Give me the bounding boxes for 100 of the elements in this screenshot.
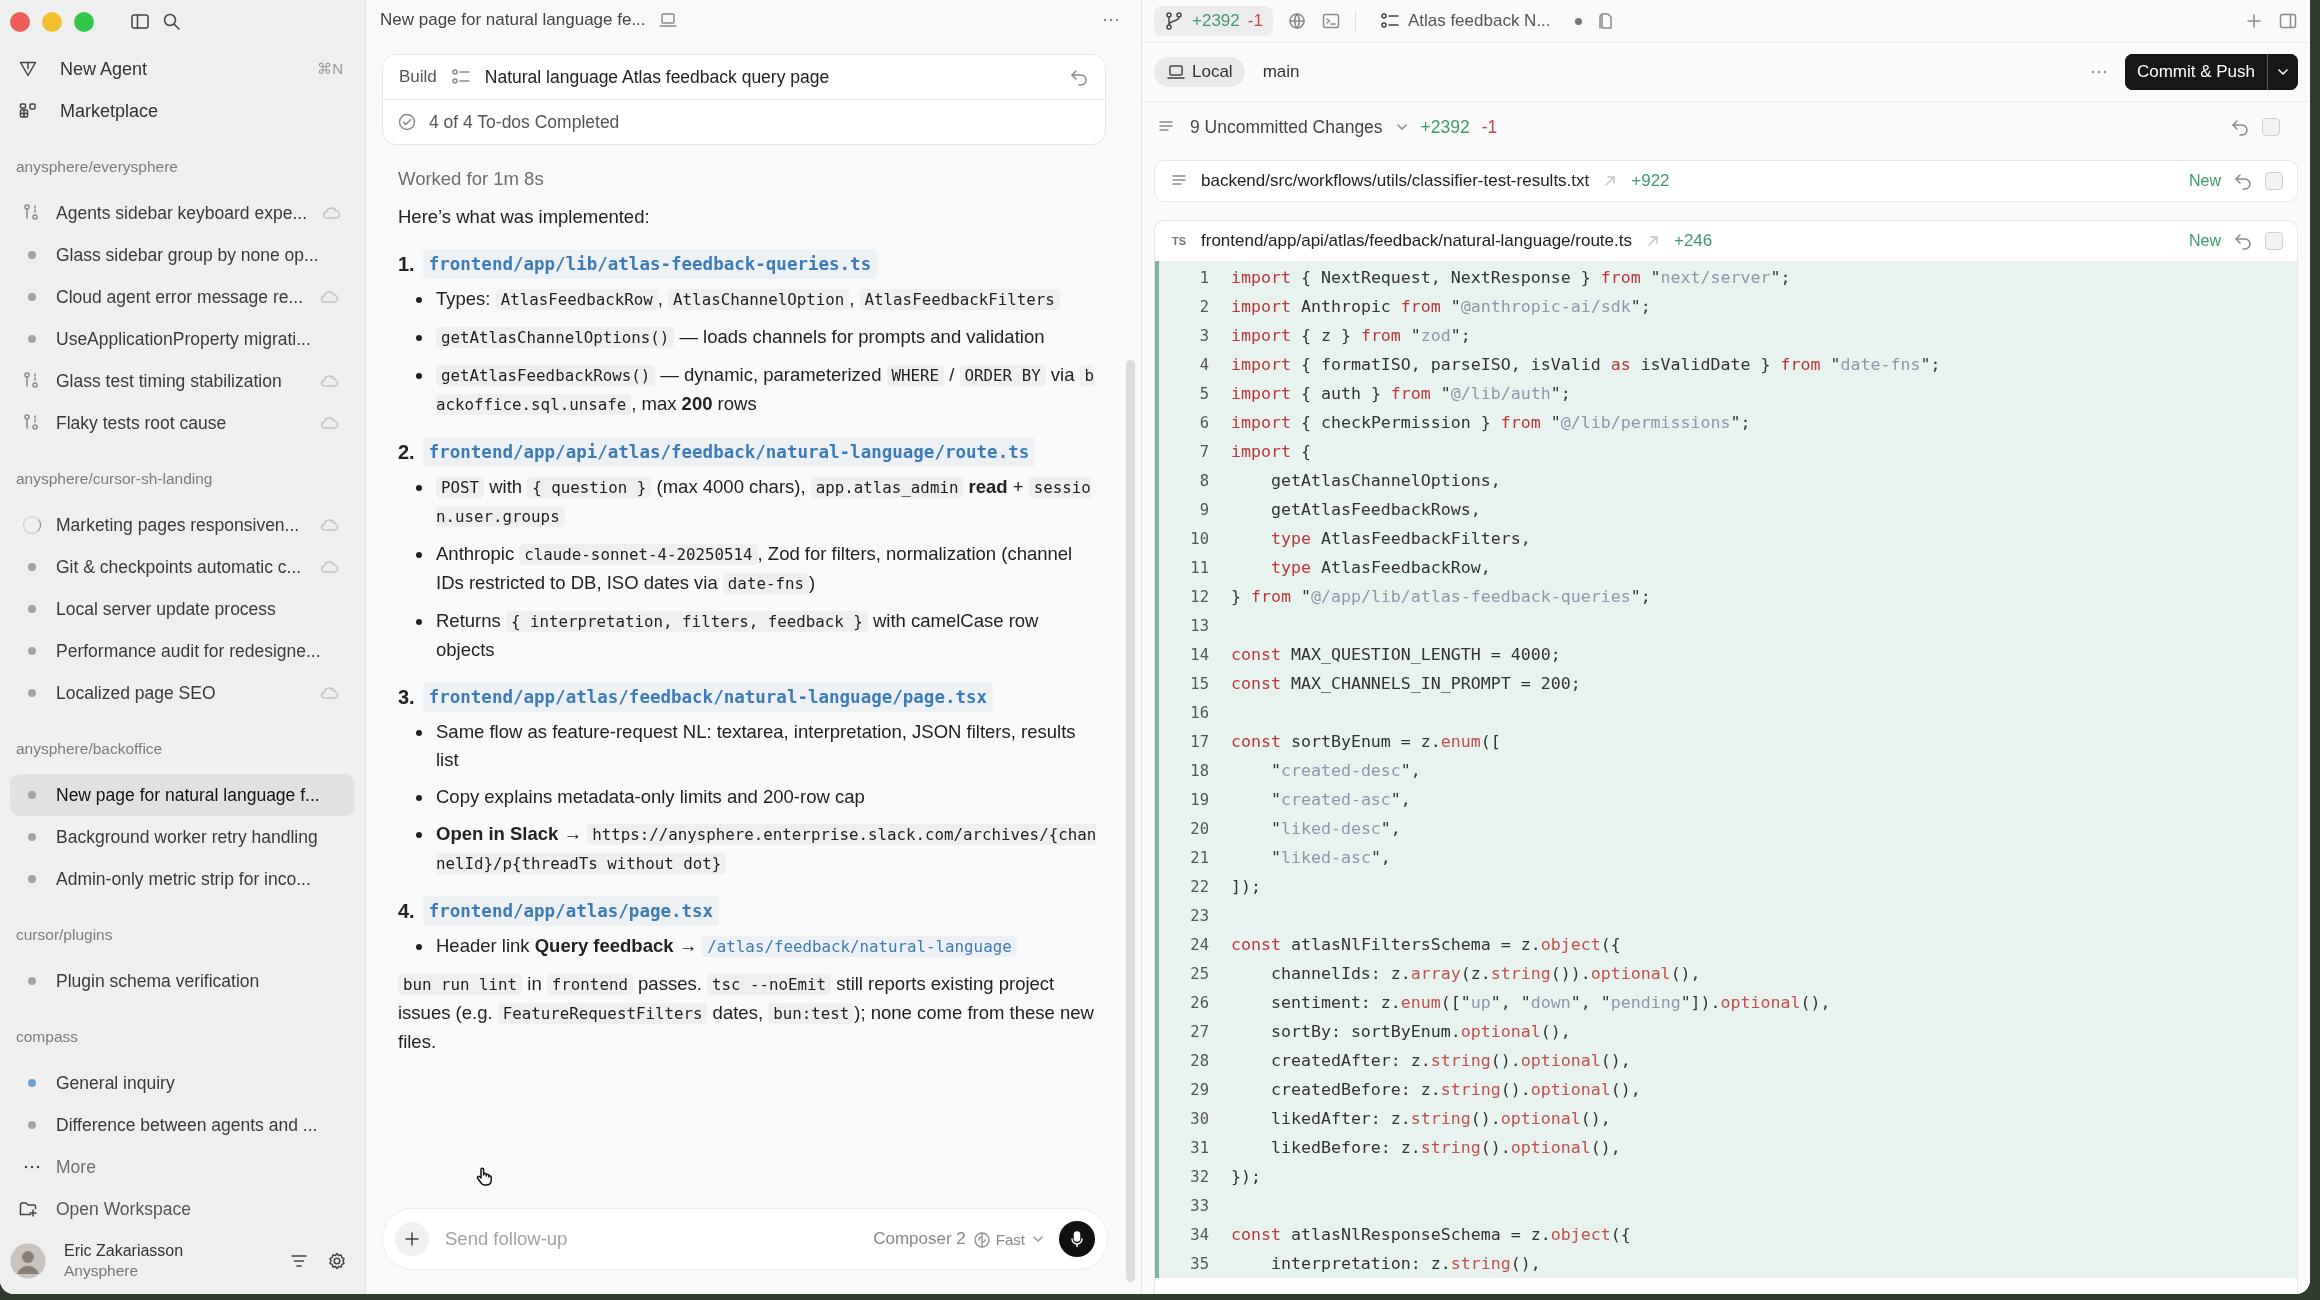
- undo-icon[interactable]: [2233, 231, 2253, 251]
- agent-item[interactable]: Flaky tests root cause: [10, 402, 355, 444]
- list-number: 4.: [398, 899, 415, 924]
- sidebar-action[interactable]: Marketplace: [0, 90, 365, 132]
- terminal-icon[interactable]: [1320, 11, 1341, 31]
- branch-icon: [1164, 11, 1184, 31]
- more-icon[interactable]: [1103, 18, 1119, 22]
- removed-count: -1: [1481, 116, 1498, 138]
- line-number: 4: [1198, 355, 1210, 374]
- added-count: +922: [1631, 171, 1670, 191]
- line-number: 10: [1189, 529, 1210, 548]
- bullet-dot: [416, 335, 422, 341]
- bullet-dot: [416, 373, 422, 379]
- branch-name: main: [1262, 62, 1300, 82]
- agent-item[interactable]: Glass test timing stabilization: [10, 360, 355, 402]
- bullet-dot: [416, 619, 422, 625]
- agent-tab[interactable]: Atlas feedback N...: [1369, 6, 1561, 36]
- bullet-dot: [416, 944, 422, 950]
- action-label: Marketplace: [60, 100, 160, 122]
- sidebar-action[interactable]: New Agent ⌘N: [0, 48, 365, 90]
- undo-icon[interactable]: [2230, 117, 2250, 137]
- diff-tab[interactable]: +2392 -1: [1154, 6, 1273, 36]
- folder-plus-icon: [18, 1199, 38, 1219]
- line-number: 3: [1198, 326, 1210, 345]
- agent-item[interactable]: New page for natural language f...: [10, 774, 355, 816]
- file-link[interactable]: frontend/app/atlas/feedback/natural-language/page.tsx: [422, 682, 994, 712]
- list-number: 2.: [398, 440, 415, 465]
- file-link[interactable]: frontend/app/api/atlas/feedback/natural-language/route.ts: [422, 437, 1036, 467]
- code-line: sentiment: z.enum(["up", "down", "pending"]).optional(),: [1269, 993, 1831, 1012]
- code-line: createdAfter: z.string().optional(),: [1269, 1051, 1631, 1070]
- file-path[interactable]: frontend/app/api/atlas/feedback/natural-language/route.ts: [1201, 231, 1632, 251]
- panel-icon[interactable]: [2278, 11, 2298, 31]
- checkbox[interactable]: [2262, 118, 2280, 136]
- message-input[interactable]: Send follow-up: [443, 1227, 860, 1251]
- search-icon[interactable]: [162, 12, 182, 32]
- code-line: "liked-asc",: [1269, 848, 1391, 867]
- file-link[interactable]: frontend/app/lib/atlas-feedback-queries.ts: [422, 249, 878, 279]
- code-line: import { NextRequest, NextResponse } from "next/server";: [1231, 268, 1791, 287]
- code-line: import { z } from "zod";: [1231, 326, 1471, 345]
- status-dot: [1574, 17, 1582, 25]
- file-status: New: [2189, 232, 2221, 250]
- group-header: cursor/plugins: [15, 925, 114, 945]
- zoom-button[interactable]: [74, 12, 94, 32]
- checkbox[interactable]: [2265, 232, 2283, 250]
- agent-item[interactable]: Cloud agent error message re...: [10, 276, 355, 318]
- model-selector[interactable]: Composer 2 Fast: [873, 1229, 1045, 1249]
- avatar[interactable]: [10, 1243, 46, 1279]
- file-link[interactable]: frontend/app/atlas/page.tsx: [422, 896, 720, 926]
- line-number: 7: [1198, 442, 1210, 461]
- code-line: const MAX_CHANNELS_IN_PROMPT = 200;: [1231, 674, 1581, 693]
- line-number: 2: [1198, 297, 1210, 316]
- dropdown-button[interactable]: [2267, 54, 2298, 90]
- agent-item[interactable]: Glass sidebar group by none op...: [10, 234, 355, 276]
- code-line: const sortByEnum = z.enum([: [1231, 732, 1501, 751]
- checkbox[interactable]: [2265, 172, 2283, 190]
- agent-item[interactable]: Admin-only metric strip for inco...: [10, 858, 355, 900]
- agent-item[interactable]: Plugin schema verification: [10, 960, 355, 1002]
- code-line: "created-desc",: [1269, 761, 1421, 780]
- group-header: compass: [15, 1027, 80, 1047]
- line-number: 34: [1189, 1225, 1210, 1244]
- todo-status: 4 of 4 To-dos Completed: [429, 111, 620, 133]
- bullet-dot: [416, 485, 422, 491]
- plus-icon[interactable]: [2244, 11, 2264, 31]
- line-number: 27: [1189, 1022, 1210, 1041]
- agent-item[interactable]: Performance audit for redesigne...: [10, 630, 355, 672]
- location-button[interactable]: Local: [1154, 57, 1245, 87]
- agent-item[interactable]: Localized page SEO: [10, 672, 355, 714]
- undo-icon[interactable]: [1069, 67, 1089, 87]
- add-button[interactable]: [395, 1222, 429, 1256]
- agent-item[interactable]: Git & checkpoints automatic c...: [10, 546, 355, 588]
- code-line: "created-asc",: [1269, 790, 1411, 809]
- settings-icon[interactable]: [327, 1251, 347, 1271]
- microphone-button[interactable]: [1059, 1221, 1095, 1257]
- agent-item[interactable]: General inquiry: [10, 1062, 355, 1104]
- file-type-icon: TS: [1169, 235, 1189, 247]
- file-path[interactable]: backend/src/workflows/utils/classifier-test-results.txt: [1201, 171, 1590, 191]
- agent-item[interactable]: Marketing pages responsiven...: [10, 504, 355, 546]
- bullet-text: Copy explains metadata-only limits and 200-row cap: [436, 785, 866, 809]
- added-count: +2392: [1420, 116, 1470, 138]
- undo-icon[interactable]: [2233, 171, 2253, 191]
- agent-item[interactable]: Background worker retry handling: [10, 816, 355, 858]
- more-icon: [24, 1165, 40, 1169]
- agent-item[interactable]: Local server update process: [10, 588, 355, 630]
- agent-item[interactable]: UseApplicationProperty migrati...: [10, 318, 355, 360]
- line-number: 33: [1189, 1196, 1210, 1215]
- code-line: const MAX_QUESTION_LENGTH = 4000;: [1231, 645, 1561, 664]
- changes-label: 9 Uncommitted Changes: [1190, 116, 1383, 138]
- line-number: 8: [1198, 471, 1210, 490]
- agent-item[interactable]: Difference between agents and ...: [10, 1104, 355, 1146]
- close-button[interactable]: [10, 12, 30, 32]
- agent-item[interactable]: Agents sidebar keyboard expe...: [10, 192, 355, 234]
- code-line: likedAfter: z.string().optional(),: [1269, 1109, 1611, 1128]
- sidebar-toggle-icon[interactable]: [130, 12, 150, 32]
- open-workspace-button[interactable]: Open Workspace: [0, 1188, 365, 1230]
- more-button[interactable]: More: [0, 1146, 365, 1188]
- scrollbar-thumb[interactable]: [1126, 360, 1135, 1282]
- code-line: likedBefore: z.string().optional(),: [1269, 1138, 1621, 1157]
- globe-icon[interactable]: [1286, 11, 1307, 31]
- more-icon[interactable]: [2090, 70, 2107, 74]
- code-line: getAtlasChannelOptions,: [1269, 471, 1501, 490]
